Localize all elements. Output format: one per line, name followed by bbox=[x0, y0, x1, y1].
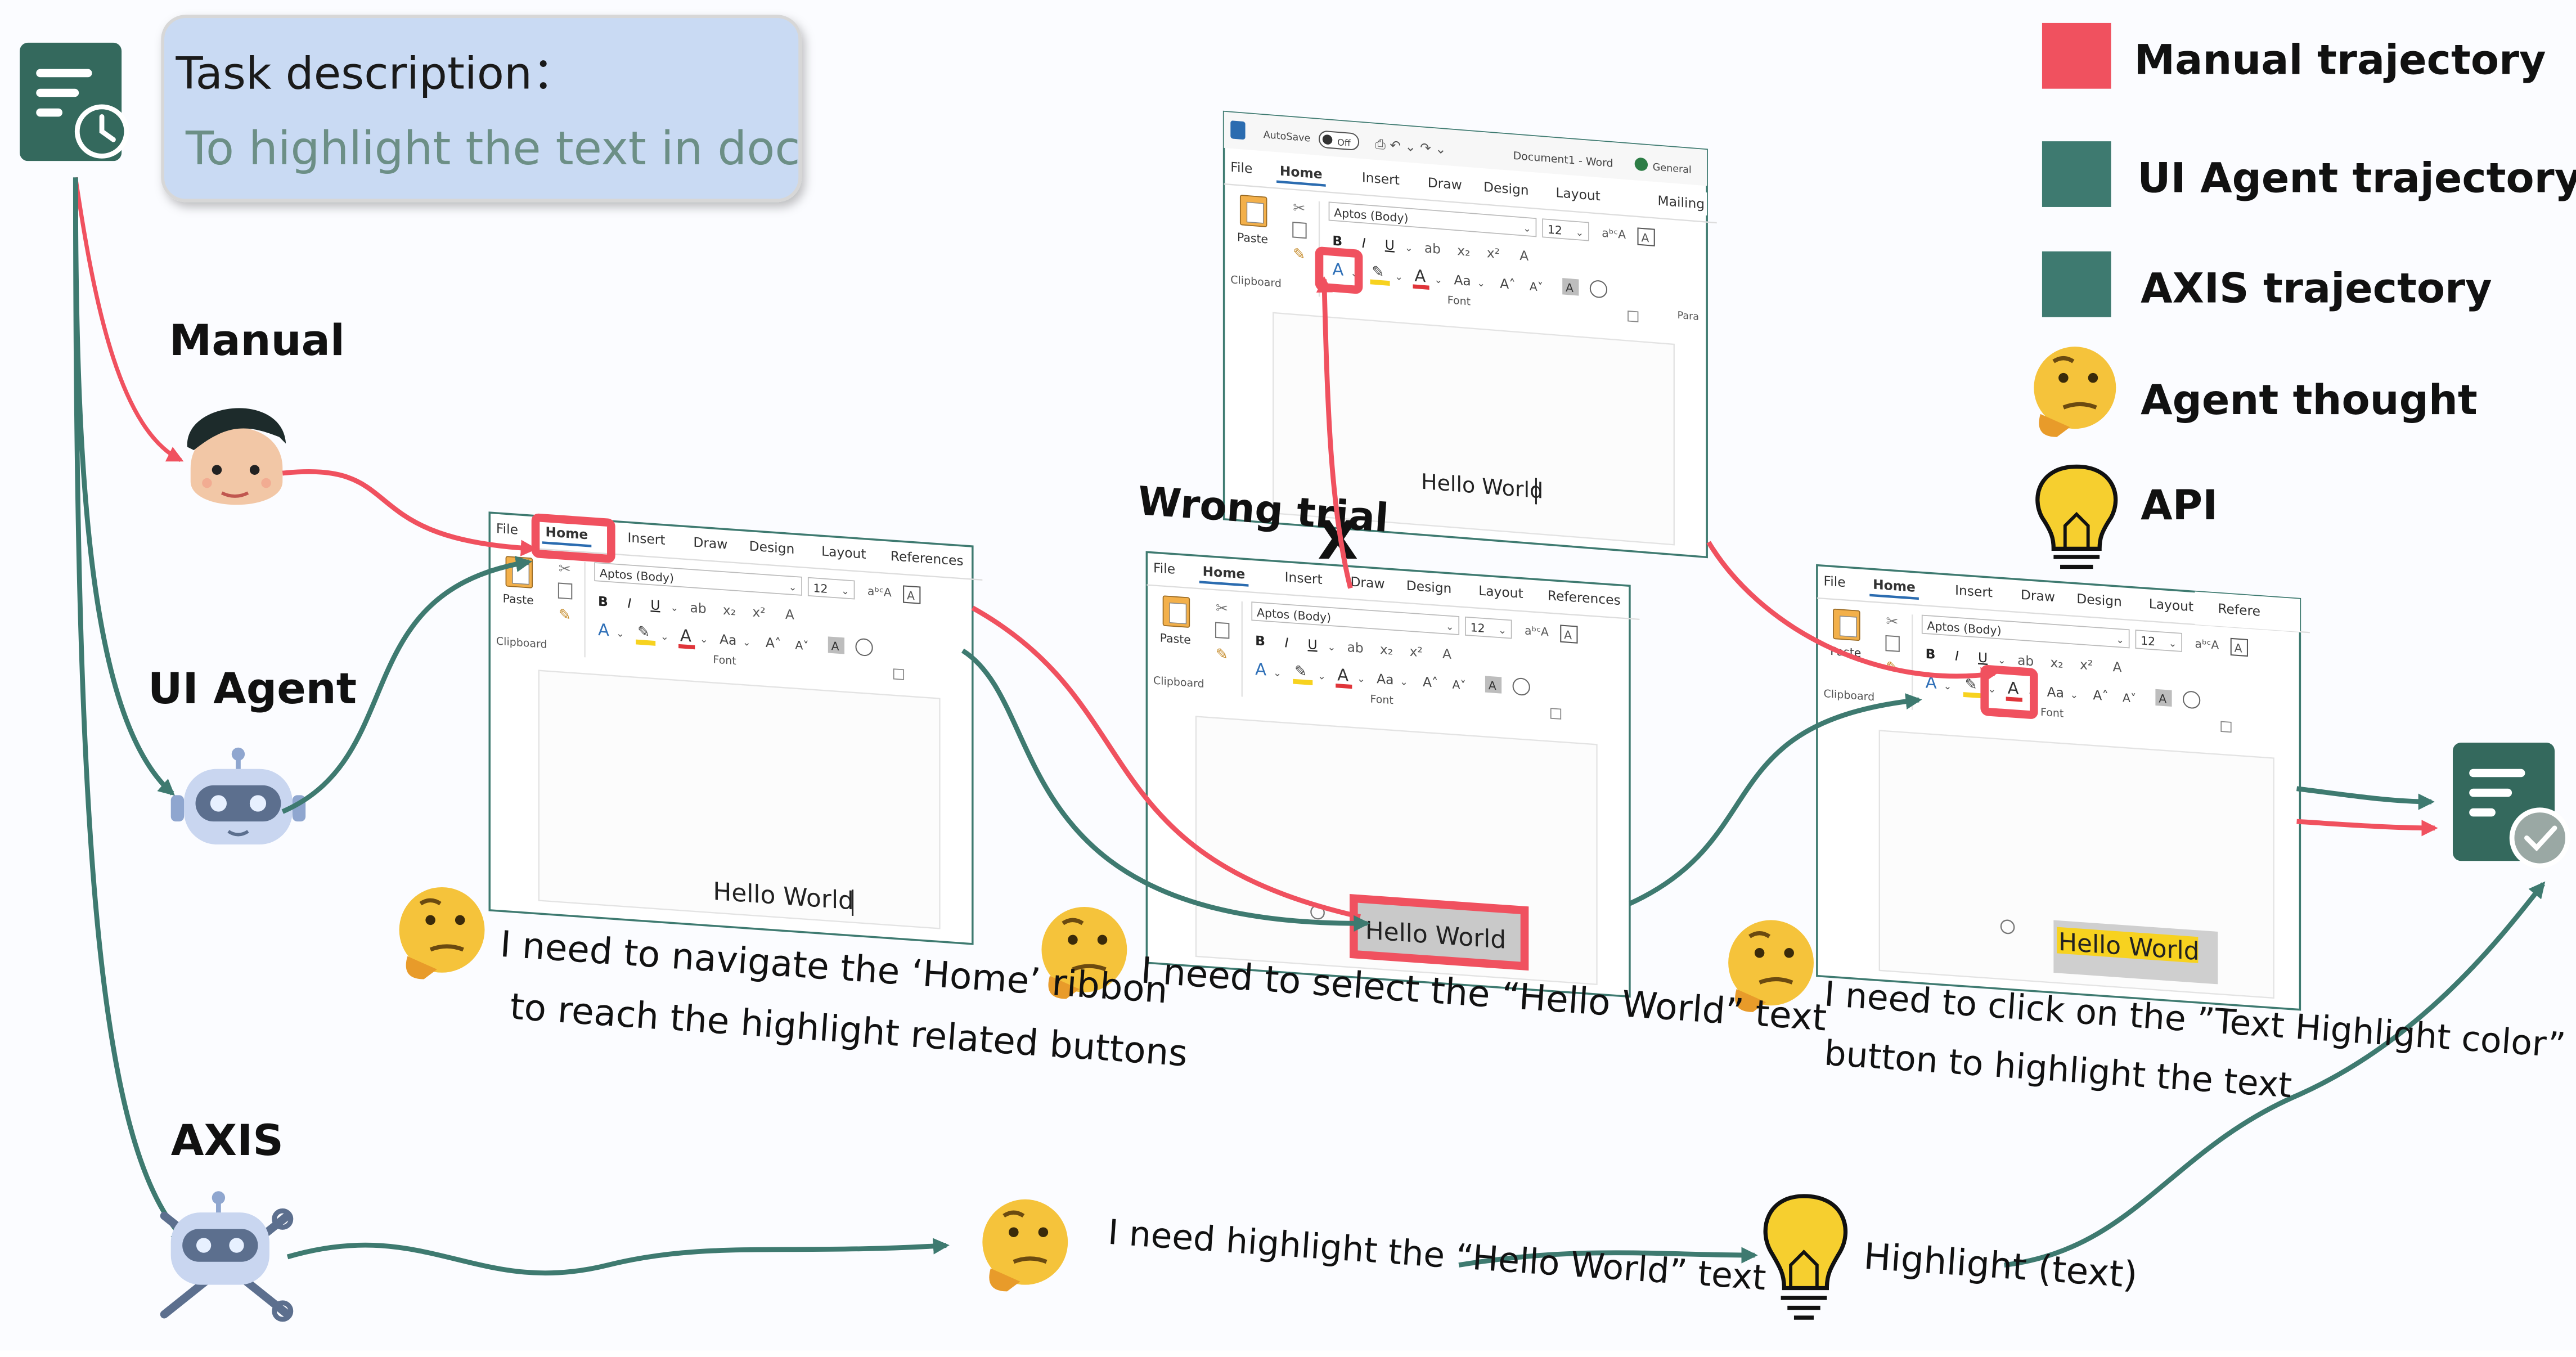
legend-swatch-axis bbox=[2042, 251, 2111, 317]
task-icon bbox=[20, 42, 129, 161]
screenshot-1: Hello World bbox=[489, 511, 982, 945]
screenshot-2: Hello World bbox=[1147, 551, 1639, 998]
legend-thought-icon bbox=[2034, 347, 2116, 437]
legend-axis: AXIS trajectory bbox=[2141, 264, 2492, 312]
manual-label: Manual bbox=[169, 316, 345, 365]
legend: Manual trajectory UI Agent trajectory AX… bbox=[2034, 23, 2576, 569]
thought-icon-axis bbox=[982, 1199, 1068, 1292]
completed-doc-icon bbox=[2452, 742, 2570, 869]
legend-swatch-manual bbox=[2042, 23, 2111, 89]
legend-ui-agent: UI Agent trajectory bbox=[2137, 155, 2576, 203]
screenshot-3: Refere Hello World bbox=[1817, 564, 2310, 1011]
para-group: Para bbox=[1678, 310, 1699, 323]
legend-thought: Agent thought bbox=[2141, 376, 2478, 424]
legend-api-icon bbox=[2035, 464, 2118, 569]
legend-manual: Manual trajectory bbox=[2134, 36, 2546, 84]
legend-api: API bbox=[2141, 482, 2218, 529]
thought-icon-1 bbox=[399, 887, 485, 979]
tab-refe: Refere bbox=[2218, 600, 2260, 619]
task-description-box: Task description： To highlight the text … bbox=[161, 15, 802, 203]
task-title: Task description： bbox=[175, 48, 576, 100]
axis-robot-tools-icon bbox=[160, 1191, 294, 1322]
api-call-text: Highlight (text) bbox=[1862, 1235, 2138, 1297]
autosave-off: Off bbox=[1337, 137, 1351, 149]
legend-swatch-ui-agent bbox=[2042, 141, 2111, 207]
thought-3-line-2: button to highlight the text bbox=[1823, 1033, 2293, 1106]
axis-label: AXIS bbox=[171, 1116, 284, 1165]
axis-thought: I need highlight the “Hello World” text bbox=[1107, 1212, 1767, 1298]
ui-agent-label: UI Agent bbox=[148, 664, 357, 713]
ui-agent-robot-icon bbox=[170, 747, 306, 845]
manual-person-icon bbox=[187, 408, 286, 505]
api-bulb-icon bbox=[1763, 1194, 1848, 1320]
task-text: To highlight the text in doc bbox=[185, 122, 800, 176]
